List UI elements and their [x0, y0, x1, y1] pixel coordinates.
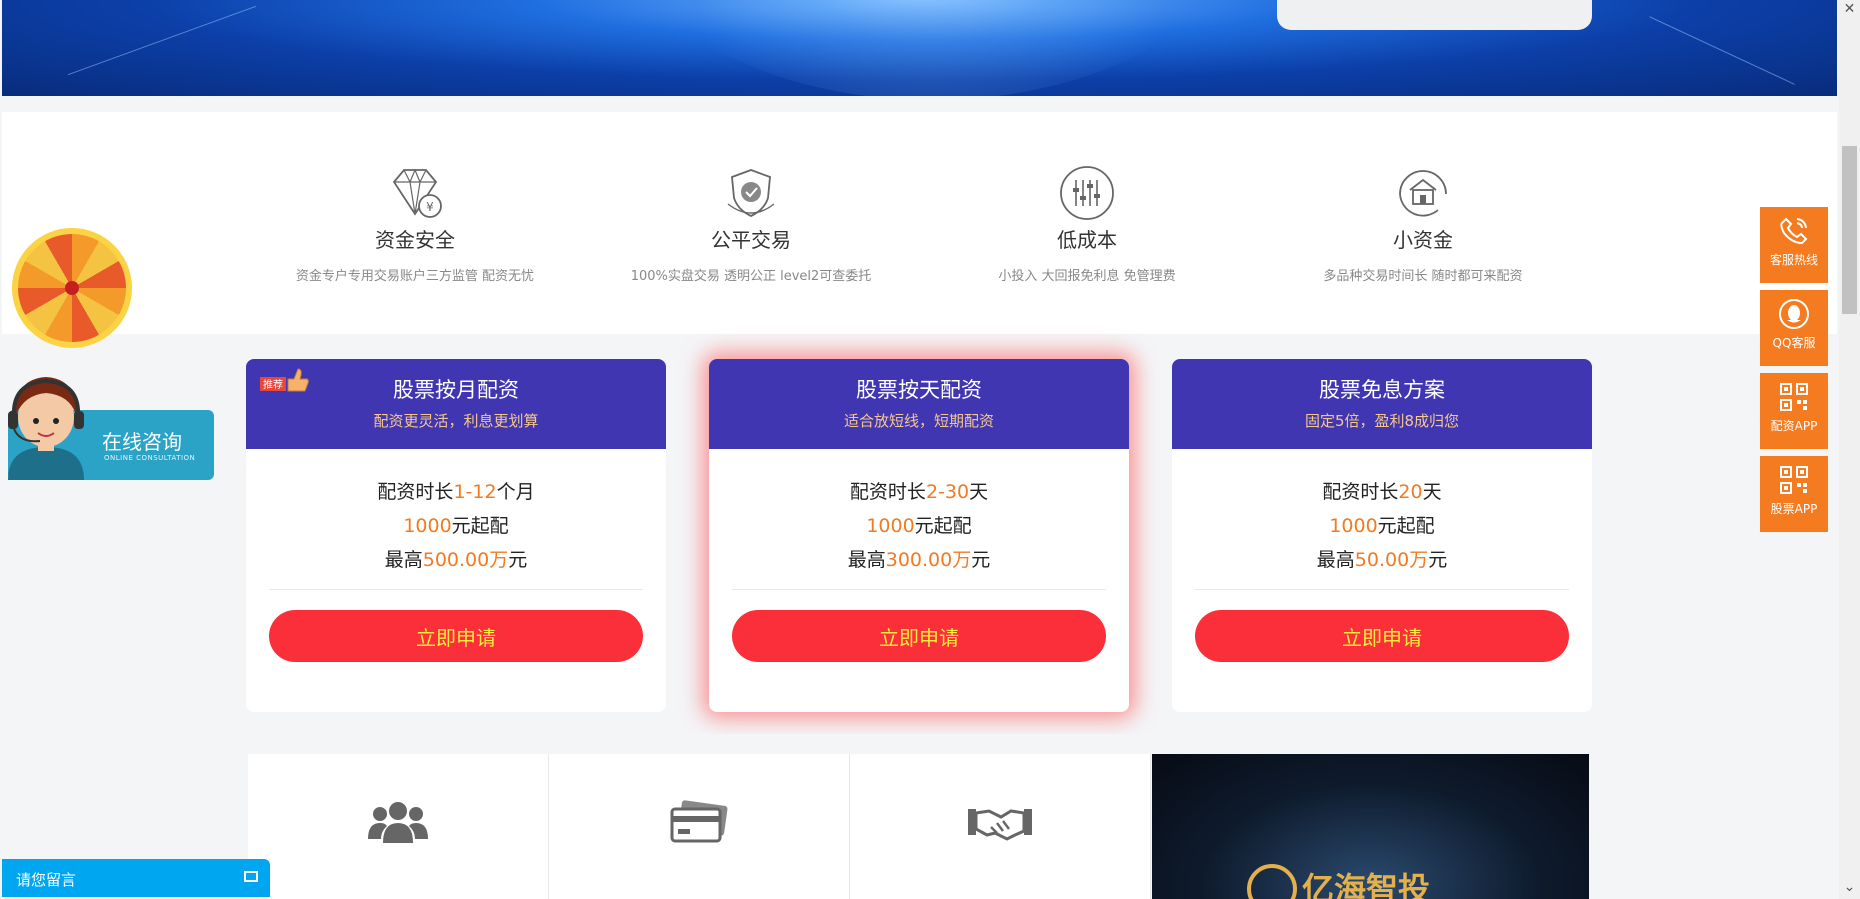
- plan-card-daily: 股票按天配资 适合放短线，短期配资 配资时长2-30天 1000元起配 最高30…: [709, 359, 1129, 712]
- side-finance-app-button[interactable]: 配资APP: [1760, 373, 1828, 449]
- duration-row: 配资时长2-30天: [849, 481, 989, 503]
- consult-subtitle: ONLINE CONSULTATION: [104, 454, 196, 462]
- divider: [269, 589, 643, 590]
- plan-card-monthly: 推荐 股票按月配资 配资更灵活，利息更划算 配资时长1-12个月 1000元起配…: [246, 359, 666, 712]
- sliders-icon: [1060, 166, 1114, 220]
- duration-row: 配资时长1-12个月: [377, 481, 535, 503]
- info-tile[interactable]: [850, 754, 1151, 899]
- min-row: 1000元起配: [1329, 515, 1435, 537]
- feature-item: 小资金 多品种交易时间长 随时都可来配资: [1273, 164, 1573, 284]
- divider: [732, 589, 1106, 590]
- login-panel-edge: [1277, 0, 1592, 30]
- card-header: 推荐 股票按月配资 配资更灵活，利息更划算: [246, 359, 666, 449]
- feature-desc: 小投入 大回报免利息 免管理费: [998, 269, 1176, 284]
- card-subtitle: 固定5倍，盈利8成归您: [1304, 412, 1460, 430]
- feature-desc: 资金专户专用交易账户三方监管 配资无忧: [295, 269, 535, 284]
- leave-message-bar[interactable]: 请您留言: [2, 859, 270, 897]
- plan-card-interest-free: 股票免息方案 固定5倍，盈利8成归您 配资时长20天 1000元起配 最高50.…: [1172, 359, 1592, 712]
- globe-graphic: [622, 0, 1242, 96]
- feature-item: 公平交易 100%实盘交易 透明公正 level2可查委托: [601, 164, 901, 284]
- card-title: 股票按天配资: [856, 378, 982, 402]
- hero-banner: [2, 0, 1837, 96]
- feature-desc: 多品种交易时间长 随时都可来配资: [1323, 269, 1523, 284]
- users-icon: [368, 802, 428, 843]
- card-subtitle: 适合放短线，短期配资: [843, 412, 994, 430]
- minimize-icon[interactable]: [244, 871, 258, 882]
- decor-line: [67, 5, 257, 76]
- feature-title: 资金安全: [375, 228, 455, 252]
- consult-title: 在线咨询: [102, 430, 182, 454]
- qr-code-icon: [1780, 466, 1808, 494]
- card-body: 配资时长20天 1000元起配 最高50.00万元 立即申请: [1172, 449, 1592, 662]
- lucky-wheel-widget[interactable]: [12, 228, 132, 348]
- bottom-section: 亿海智投: [2, 734, 1837, 899]
- apply-button[interactable]: 立即申请: [732, 610, 1106, 662]
- apply-button[interactable]: 立即申请: [269, 610, 643, 662]
- features-section: ¥ 资金安全 资金专户专用交易账户三方监管 配资无忧 公平交易 100%实盘交易…: [2, 112, 1837, 334]
- thumbs-up-icon: 推荐: [260, 368, 309, 392]
- info-tile[interactable]: [549, 754, 850, 899]
- card-header: 股票按天配资 适合放短线，短期配资: [709, 359, 1129, 449]
- brand-name: 亿海智投: [1302, 870, 1431, 899]
- diamond-yen-icon: ¥: [392, 168, 442, 218]
- side-hotline-button[interactable]: 客服热线: [1760, 207, 1828, 283]
- feature-desc: 100%实盘交易 透明公正 level2可查委托: [630, 269, 872, 284]
- house-icon: [1399, 170, 1447, 217]
- divider: [1195, 589, 1569, 590]
- card-body: 配资时长1-12个月 1000元起配 最高500.00万元 立即申请: [246, 449, 666, 662]
- scroll-thumb[interactable]: [1842, 146, 1857, 314]
- svg-text:¥: ¥: [426, 200, 434, 214]
- min-row: 1000元起配: [866, 515, 972, 537]
- credit-card-icon: [670, 800, 728, 843]
- apply-button[interactable]: 立即申请: [1195, 610, 1569, 662]
- leave-message-label: 请您留言: [16, 871, 77, 889]
- side-label: QQ客服: [1772, 336, 1816, 350]
- info-tile[interactable]: [248, 754, 549, 899]
- card-title: 股票免息方案: [1319, 378, 1445, 402]
- max-row: 最高500.00万元: [384, 549, 528, 571]
- max-row: 最高50.00万元: [1316, 549, 1448, 571]
- qr-code-icon: [1780, 383, 1808, 411]
- feature-item: ¥ 资金安全 资金专户专用交易账户三方监管 配资无忧: [265, 164, 565, 284]
- side-label: 股票APP: [1770, 502, 1818, 516]
- scroll-down-icon[interactable]: ⌄: [1842, 880, 1857, 895]
- side-qq-button[interactable]: QQ客服: [1760, 290, 1828, 366]
- feature-title: 公平交易: [711, 228, 791, 252]
- side-stock-app-button[interactable]: 股票APP: [1760, 456, 1828, 532]
- qq-icon: [1779, 299, 1809, 329]
- page-scrollbar[interactable]: ✕ ⌄: [1839, 0, 1860, 899]
- phone-icon: [1780, 217, 1808, 245]
- min-row: 1000元起配: [403, 515, 509, 537]
- decor-line: [1649, 16, 1795, 85]
- scroll-up-icon[interactable]: ✕: [1842, 2, 1857, 17]
- card-body: 配资时长2-30天 1000元起配 最高300.00万元 立即申请: [709, 449, 1129, 662]
- duration-row: 配资时长20天: [1322, 481, 1442, 503]
- card-header: 股票免息方案 固定5倍，盈利8成归您: [1172, 359, 1592, 449]
- feature-title: 低成本: [1057, 228, 1117, 252]
- feature-item: 低成本 小投入 大回报免利息 免管理费: [937, 164, 1237, 284]
- badge-text: 推荐: [263, 378, 283, 391]
- wheel-hub: [65, 281, 79, 295]
- shield-check-icon: [727, 169, 775, 217]
- card-subtitle: 配资更灵活，利息更划算: [373, 412, 539, 430]
- side-label: 配资APP: [1770, 419, 1818, 433]
- max-row: 最高300.00万元: [847, 549, 991, 571]
- promo-video[interactable]: 亿海智投: [1152, 754, 1589, 899]
- feature-title: 小资金: [1393, 228, 1453, 252]
- handshake-icon: [968, 809, 1032, 841]
- side-label: 客服热线: [1769, 253, 1818, 267]
- agent-avatar-icon: [8, 377, 84, 480]
- brand-logo-icon: [1247, 864, 1297, 899]
